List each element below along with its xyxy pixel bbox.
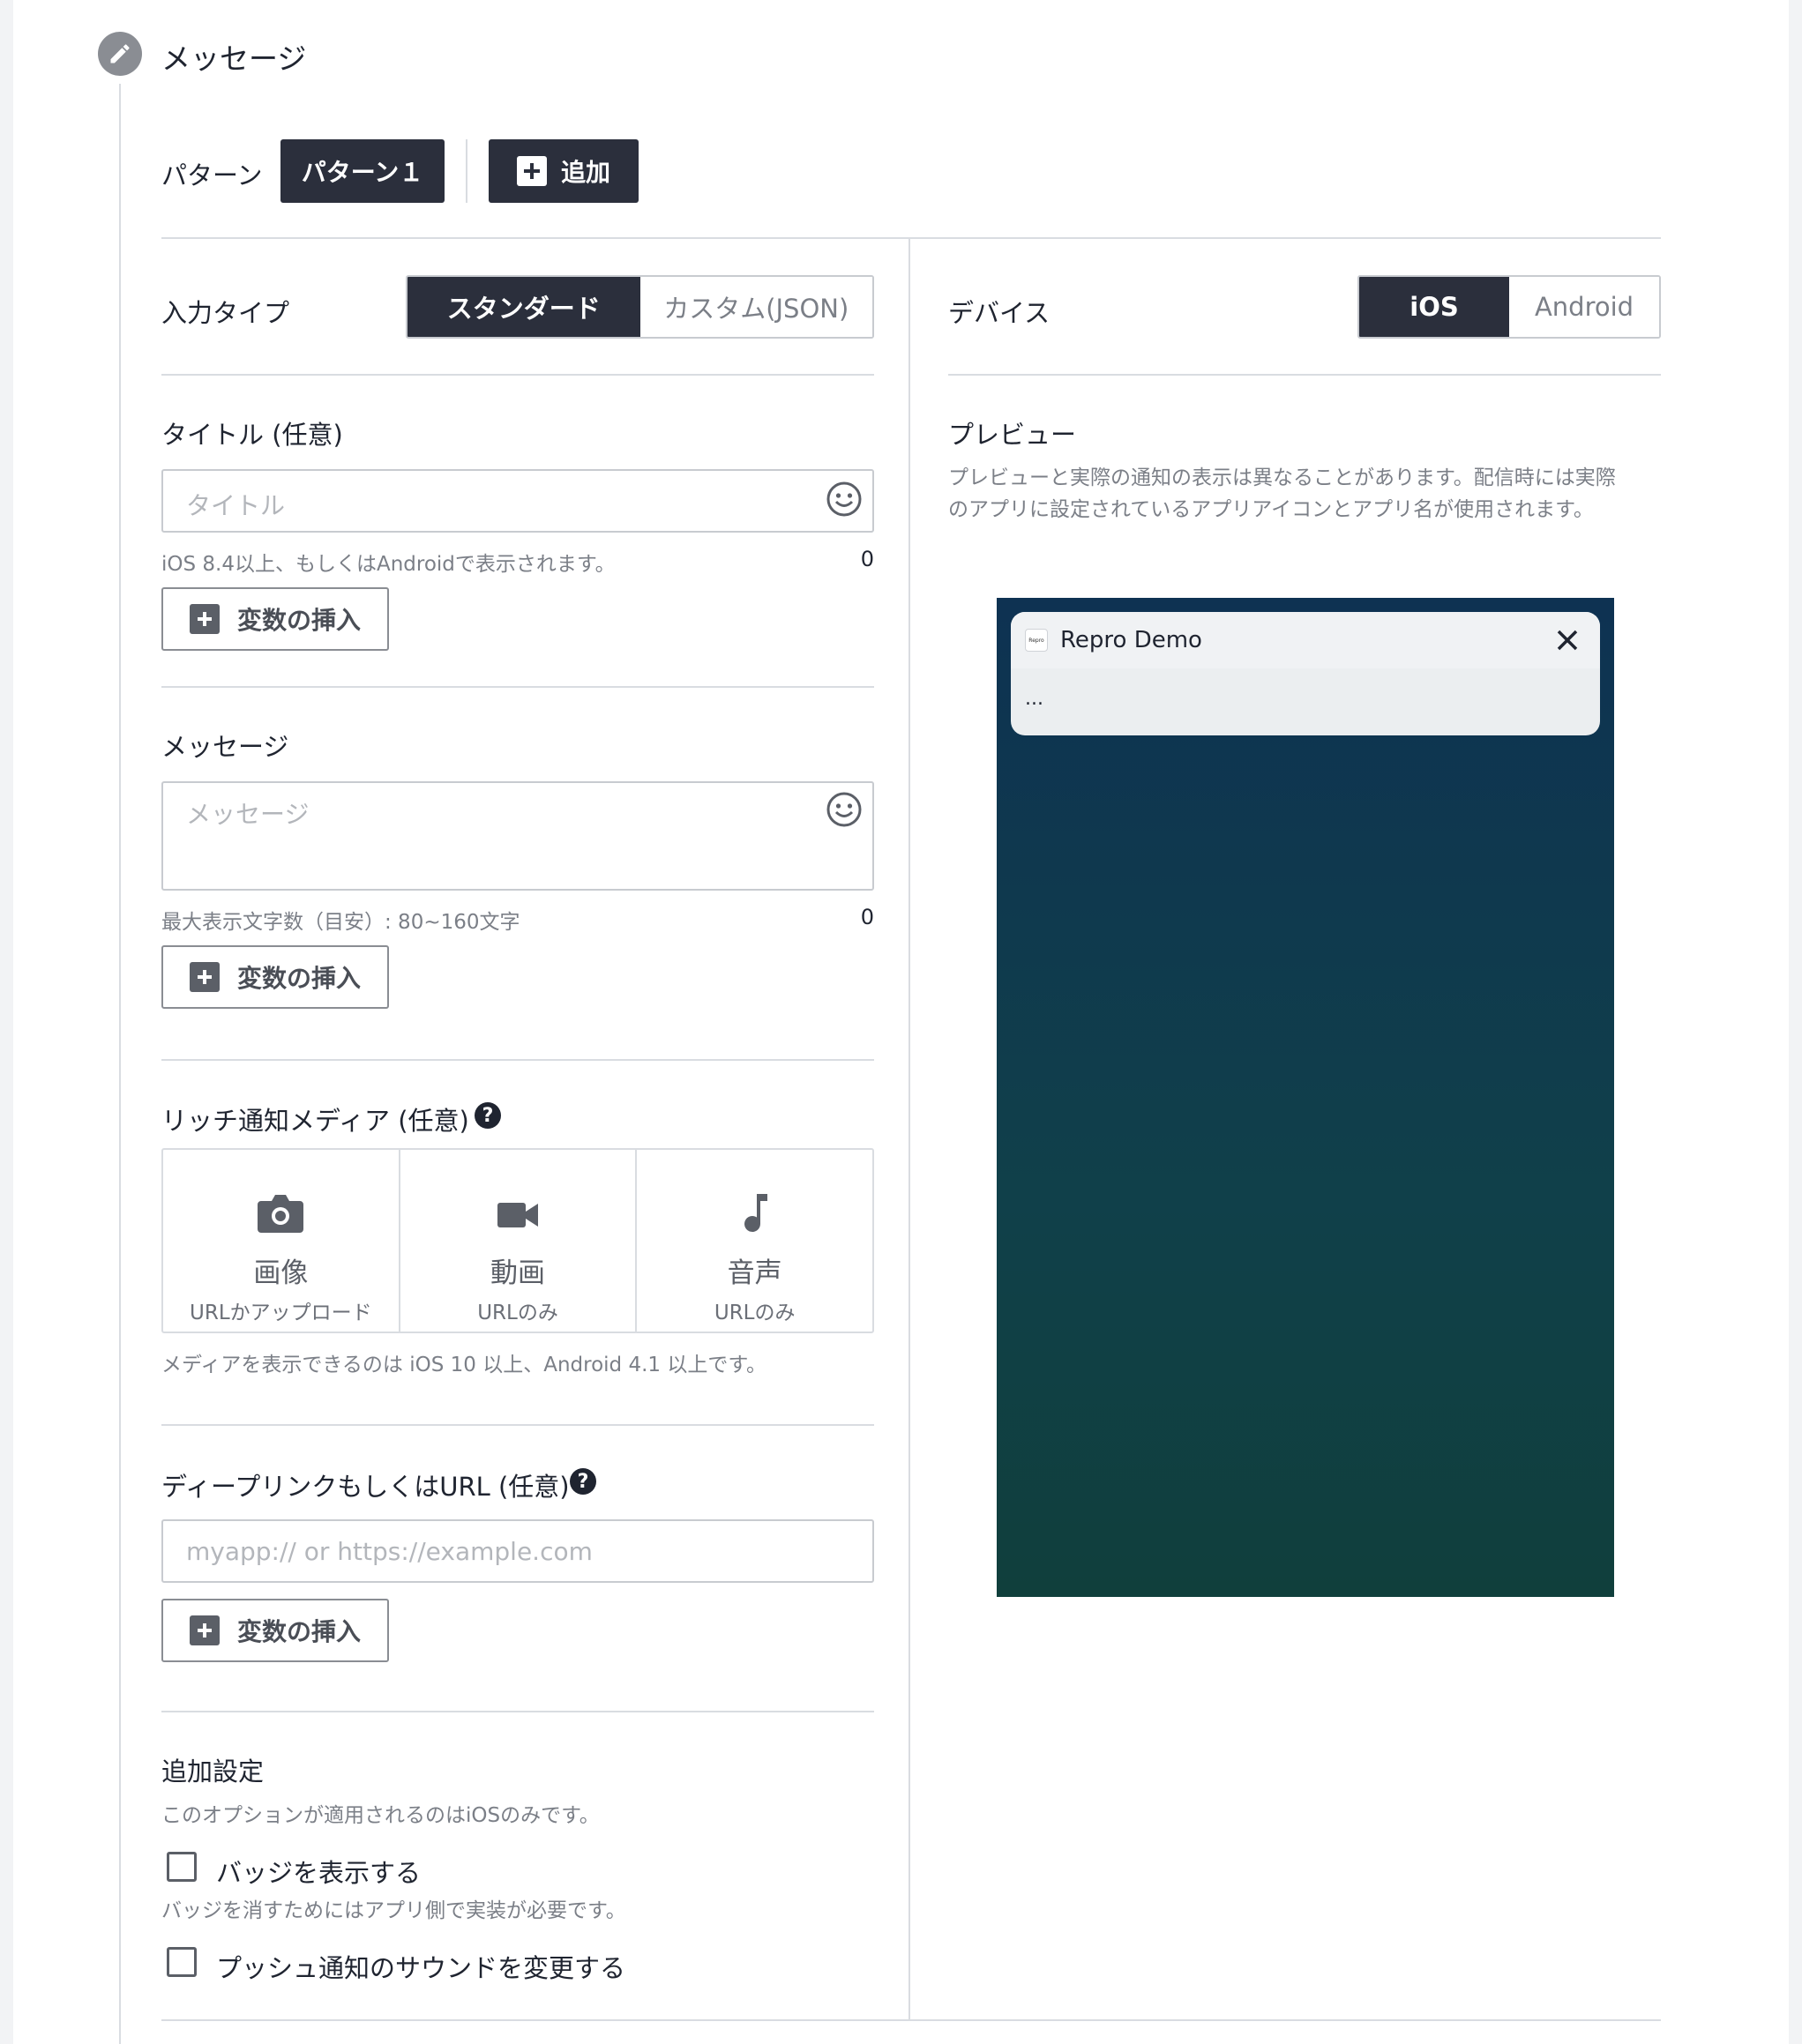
- emoji-icon[interactable]: [825, 790, 864, 832]
- title-insert-variable-button[interactable]: 変数の挿入: [161, 587, 389, 651]
- pencil-icon: [98, 32, 142, 76]
- media-name: 画像: [253, 1257, 309, 1289]
- badge-hint: バッジを消すためにはアプリ側で実装が必要です。: [161, 1899, 626, 1922]
- help-icon[interactable]: ?: [475, 1102, 501, 1129]
- additional-settings-label: 追加設定: [161, 1757, 265, 1787]
- badge-checkbox[interactable]: [167, 1852, 197, 1882]
- add-pattern-label: 追加: [560, 158, 610, 187]
- input-type-toggle: スタンダード カスタム(JSON): [406, 275, 874, 339]
- device-label: デバイス: [948, 298, 1051, 328]
- step-connector-line: [119, 84, 121, 2044]
- video-icon: [496, 1196, 540, 1238]
- divider-media: [161, 1424, 874, 1426]
- media-name: 動画: [490, 1257, 545, 1289]
- camera-icon: [256, 1192, 305, 1238]
- notification-header: Repro Repro Demo: [1011, 612, 1600, 668]
- media-option-image[interactable]: 画像 URLかアップロード: [163, 1150, 400, 1332]
- music-note-icon: [737, 1192, 773, 1238]
- title-input[interactable]: タイトル: [161, 469, 874, 533]
- media-sub: URLのみ: [477, 1302, 558, 1324]
- device-android[interactable]: Android: [1509, 277, 1659, 337]
- badge-checkbox-label[interactable]: バッジを表示する: [216, 1853, 421, 1890]
- message-insert-variable-button[interactable]: 変数の挿入: [161, 945, 389, 1009]
- plus-square-icon: [516, 156, 547, 186]
- divider-input-type: [161, 374, 874, 376]
- rich-media-options: 画像 URLかアップロード 動画 URLのみ 音声 URLのみ: [161, 1148, 874, 1333]
- insert-variable-label: 変数の挿入: [237, 964, 362, 993]
- deeplink-label: ディープリンクもしくはURL (任意): [161, 1472, 570, 1502]
- plus-square-icon: [190, 1615, 220, 1645]
- section-title: メッセージ: [161, 41, 307, 76]
- pattern-label: パターン: [161, 160, 263, 190]
- app-icon: Repro: [1025, 629, 1048, 652]
- message-field-label: メッセージ: [161, 732, 289, 762]
- plus-square-icon: [190, 604, 220, 634]
- notification-body: ...: [1025, 688, 1043, 710]
- device-ios[interactable]: iOS: [1359, 277, 1509, 337]
- column-divider: [908, 238, 910, 2019]
- message-hint: 最大表示文字数（目安）: 80~160文字: [161, 911, 520, 934]
- media-sub: URLかアップロード: [190, 1302, 372, 1324]
- preview-description-2: のアプリに設定されているアプリアイコンとアプリ名が使用されます。: [948, 498, 1594, 521]
- media-sub: URLのみ: [714, 1302, 796, 1324]
- divider-message: [161, 1059, 874, 1061]
- close-icon[interactable]: [1554, 627, 1581, 653]
- sound-checkbox[interactable]: [167, 1947, 197, 1977]
- divider-device: [948, 374, 1661, 376]
- rich-media-label: リッチ通知メディア (任意): [161, 1106, 469, 1136]
- preview-description-1: プレビューと実際の通知の表示は異なることがあります。配信時には実際: [948, 466, 1616, 489]
- insert-variable-label: 変数の挿入: [237, 1617, 362, 1646]
- input-type-label: 入力タイプ: [161, 298, 290, 328]
- preview-label: プレビュー: [948, 420, 1077, 450]
- divider-bottom: [161, 2019, 1661, 2021]
- plus-square-icon: [190, 962, 220, 992]
- pattern-divider: [466, 139, 467, 203]
- additional-settings-hint: このオプションが適用されるのはiOSのみです。: [161, 1804, 600, 1827]
- deeplink-input[interactable]: myapp:// or https://example.com: [161, 1519, 874, 1583]
- app-name: Repro Demo: [1060, 627, 1202, 653]
- title-hint: iOS 8.4以上、もしくはAndroidで表示されます。: [161, 553, 616, 576]
- title-char-count: 0: [860, 547, 874, 571]
- divider-top: [161, 237, 1661, 239]
- add-pattern-button[interactable]: 追加: [489, 139, 639, 203]
- deeplink-placeholder: myapp:// or https://example.com: [186, 1537, 593, 1566]
- divider-title: [161, 686, 874, 688]
- input-type-standard[interactable]: スタンダード: [408, 277, 640, 337]
- help-icon[interactable]: ?: [570, 1468, 596, 1495]
- emoji-icon[interactable]: [825, 480, 864, 522]
- message-placeholder: メッセージ: [186, 800, 310, 829]
- media-name: 音声: [727, 1257, 782, 1289]
- deeplink-insert-variable-button[interactable]: 変数の挿入: [161, 1599, 389, 1662]
- media-option-video[interactable]: 動画 URLのみ: [400, 1150, 638, 1332]
- notification-card: Repro Repro Demo ...: [1011, 612, 1600, 735]
- message-textarea[interactable]: メッセージ: [161, 781, 874, 891]
- message-char-count: 0: [860, 905, 874, 929]
- app-icon-text: Repro: [1028, 637, 1044, 644]
- pattern-1-button[interactable]: パターン１: [280, 139, 445, 203]
- sound-checkbox-label[interactable]: プッシュ通知のサウンドを変更する: [216, 1948, 625, 1985]
- title-field-label: タイトル (任意): [161, 420, 343, 450]
- page: メッセージ パターン パターン１ 追加 入力タイプ スタンダード カスタム(JS…: [13, 0, 1789, 2044]
- phone-preview: Repro Repro Demo ...: [997, 598, 1614, 1597]
- divider-deeplink: [161, 1711, 874, 1712]
- media-option-audio[interactable]: 音声 URLのみ: [637, 1150, 872, 1332]
- insert-variable-label: 変数の挿入: [237, 606, 362, 635]
- input-type-custom-json[interactable]: カスタム(JSON): [639, 277, 872, 337]
- title-placeholder: タイトル: [186, 491, 286, 520]
- device-toggle: iOS Android: [1357, 275, 1661, 339]
- rich-media-hint: メディアを表示できるのは iOS 10 以上、Android 4.1 以上です。: [161, 1354, 767, 1376]
